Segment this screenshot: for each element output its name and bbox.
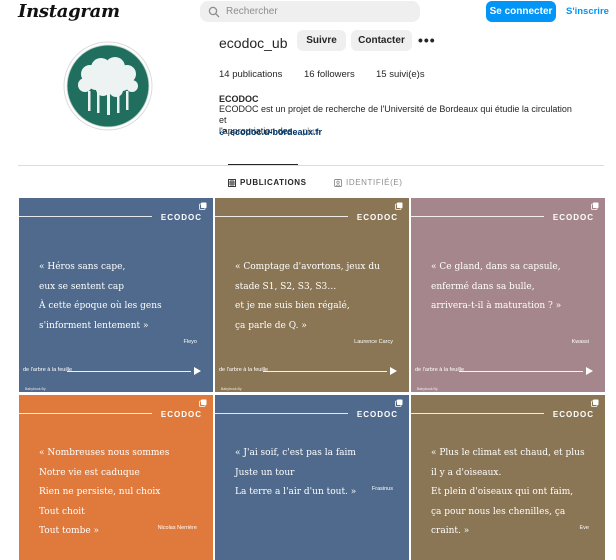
tab-publications-label: PUBLICATIONS [240, 178, 307, 187]
post-brand: ECODOC [356, 410, 398, 419]
post-bottom-line [263, 371, 387, 372]
post-tile[interactable]: ECODOC « Comptage d'avortons, jeux du stad… [215, 198, 409, 392]
quote-line: « J'ai soif, c'est pas la faim [235, 448, 356, 458]
grid-icon [228, 178, 236, 187]
quote-line: Rien ne persiste, nul choix [39, 487, 161, 497]
quote-line: enfermé dans sa bulle, [431, 281, 535, 292]
carousel-icon [591, 202, 599, 210]
post-top-line [19, 216, 152, 217]
play-arrow-icon [586, 367, 593, 375]
post-author: Laurence Carcy [354, 339, 393, 345]
post-quote: « Héros sans cape, eux se sentent cap À ce… [39, 258, 204, 336]
quote-line: « Ce gland, dans sa capsule, [431, 262, 561, 272]
bio-name: ECODOC [219, 94, 259, 104]
post-top-line [19, 413, 152, 414]
contact-button[interactable]: Contacter [351, 30, 412, 51]
followers-count[interactable]: 16 followers [304, 69, 355, 80]
login-button[interactable]: Se connecter [486, 1, 556, 22]
post-brand: ECODOC [356, 213, 398, 222]
post-bottom-line [67, 371, 191, 372]
quote-line: arrivera-t-il à maturation ? » [431, 301, 562, 311]
following-count[interactable]: 15 suivi(e)s [376, 69, 425, 80]
post-quote: « Ce gland, dans sa capsule, enfermé dans… [431, 258, 596, 317]
quote-line: « Héros sans cape, [39, 262, 126, 272]
post-top-line [411, 413, 544, 414]
post-quote: « J'ai soif, c'est pas la faim Juste un t… [235, 444, 400, 503]
post-top-line [215, 413, 348, 414]
post-tile[interactable]: ECODOC « J'ai soif, c'est pas la faim Just… [215, 395, 409, 560]
instagram-logo[interactable]: Instagram [18, 1, 120, 22]
post-tile[interactable]: ECODOC « Plus le climat est chaud, et plu… [411, 395, 605, 560]
follow-button[interactable]: Suivre [297, 30, 346, 51]
post-quote: « Plus le climat est chaud, et plus il y … [431, 444, 596, 542]
carousel-icon [591, 399, 599, 407]
post-tagline: de l'arbre à la feuille [219, 367, 269, 373]
quote-line: « Nombreuses nous sommes [39, 448, 170, 458]
tabs-divider [18, 165, 604, 166]
search-input[interactable]: Rechercher [200, 1, 420, 22]
post-brand: ECODOC [160, 410, 202, 419]
post-author: Frasinus [371, 486, 393, 492]
active-tab-indicator [228, 164, 298, 165]
bio-line-1: ECODOC est un projet de recherche de l'U… [219, 104, 572, 125]
tab-identified-label: IDENTIFIÉ(E) [346, 178, 403, 187]
quote-line: stade S1, S2, S3, S3… [235, 281, 337, 292]
quote-line: Tout choit [39, 506, 85, 517]
more-options-icon[interactable]: ••• [418, 30, 436, 51]
post-small-credit: Babybook By [221, 387, 242, 391]
post-author: Eve [579, 525, 589, 531]
tagged-icon [334, 178, 342, 187]
post-small-credit: Babybook By [417, 387, 438, 391]
search-placeholder: Rechercher [226, 6, 278, 17]
signup-link[interactable]: S'inscrire [566, 6, 609, 17]
link-icon [219, 128, 227, 136]
bio-website-link[interactable]: ecodoc.u-bordeaux.fr [219, 127, 322, 137]
quote-line: À cette époque où les gens [39, 301, 162, 311]
post-brand: ECODOC [552, 213, 594, 222]
post-bottom-line [459, 371, 583, 372]
post-tagline: de l'arbre à la feuille [23, 367, 73, 373]
post-top-line [411, 216, 544, 217]
play-arrow-icon [390, 367, 397, 375]
quote-line: ça parle de Q. » [235, 320, 307, 331]
carousel-icon [199, 399, 207, 407]
quote-line: Juste un tour [235, 467, 295, 478]
post-tile[interactable]: ECODOC « Ce gland, dans sa capsule, enferm… [411, 198, 605, 392]
play-arrow-icon [194, 367, 201, 375]
post-tagline: de l'arbre à la feuille [415, 367, 465, 373]
post-brand: ECODOC [160, 213, 202, 222]
search-icon [208, 6, 220, 17]
quote-line: « Plus le climat est chaud, et plus [431, 448, 585, 458]
bio-link-text: ecodoc.u-bordeaux.fr [230, 127, 323, 137]
carousel-icon [395, 202, 403, 210]
profile-avatar[interactable] [63, 41, 153, 131]
tab-identified[interactable]: IDENTIFIÉ(E) [334, 178, 403, 187]
quote-line: eux se sentent cap [39, 281, 124, 292]
quote-line: Notre vie est caduque [39, 467, 140, 478]
post-top-line [215, 216, 348, 217]
publications-count: 14 publications [219, 69, 283, 80]
profile-username: ecodoc_ub [219, 35, 288, 51]
post-small-credit: Babybook By [25, 387, 46, 391]
post-brand: ECODOC [552, 410, 594, 419]
tab-publications[interactable]: PUBLICATIONS [228, 178, 307, 187]
quote-line: Et plein d'oiseaux qui ont faim, [431, 487, 574, 497]
quote-line: craint. » [431, 526, 470, 536]
post-tile[interactable]: ECODOC « Héros sans cape, eux se sentent c… [19, 198, 213, 392]
quote-line: « Comptage d'avortons, jeux du [235, 262, 380, 272]
quote-line: il y a d'oiseaux. [431, 467, 502, 478]
post-quote: « Comptage d'avortons, jeux du stade S1, … [235, 258, 400, 336]
quote-line: et je me suis bien régalé, [235, 301, 350, 311]
post-author: Kwassi [571, 339, 589, 345]
post-author: Nicolas Nerrière [157, 525, 197, 531]
post-tile[interactable]: ECODOC « Nombreuses nous sommes Notre vie … [19, 395, 213, 560]
quote-line: ça pour nous les chenilles, ça [431, 506, 566, 517]
post-author: Fleyo [183, 339, 197, 345]
carousel-icon [199, 202, 207, 210]
quote-line: s'informent lentement » [39, 320, 149, 331]
carousel-icon [395, 399, 403, 407]
